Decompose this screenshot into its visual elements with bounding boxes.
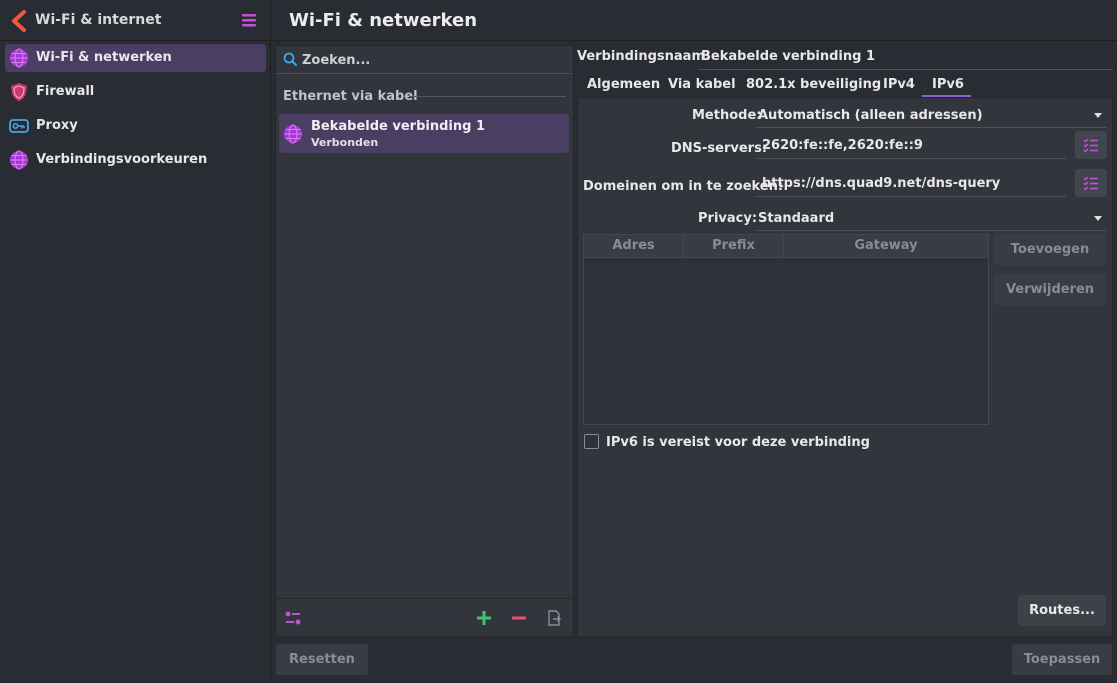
sidebar-header: Wi-Fi & internet xyxy=(0,0,271,41)
connection-list-item[interactable]: Bekabelde verbinding 1 Verbonden xyxy=(279,114,569,153)
ipv6-required-checkbox[interactable] xyxy=(584,434,599,449)
sidebar-item-wifi-networks[interactable]: Wi-Fi & netwerken xyxy=(5,44,266,72)
remove-address-button[interactable]: Verwijderen xyxy=(994,274,1106,305)
sidebar-item-label: Verbindingsvoorkeuren xyxy=(36,152,208,167)
connection-name-value: Bekabelde verbinding 1 xyxy=(701,49,875,64)
hamburger-menu-icon[interactable] xyxy=(240,12,258,28)
sidebar-item-label: Firewall xyxy=(36,84,95,99)
add-icon[interactable] xyxy=(475,609,493,627)
address-table[interactable]: Adres Prefix Gateway xyxy=(583,234,989,425)
tab-wired[interactable]: Via kabel xyxy=(668,77,736,92)
connection-name: Bekabelde verbinding 1 xyxy=(311,119,485,134)
sidebar-item-proxy[interactable]: Proxy xyxy=(5,112,266,140)
method-value: Automatisch (alleen adressen) xyxy=(758,108,983,123)
add-address-button[interactable]: Toevoegen xyxy=(994,234,1106,265)
method-label: Methode: xyxy=(692,108,762,123)
search-box[interactable] xyxy=(276,46,573,74)
sidebar-title: Wi-Fi & internet xyxy=(35,12,162,28)
apply-button[interactable]: Toepassen xyxy=(1012,644,1112,675)
sidebar-item-label: Proxy xyxy=(36,118,78,133)
connection-list-toolbar xyxy=(276,598,573,636)
group-divider xyxy=(409,96,566,97)
dns-servers-input[interactable]: 2620:fe::fe,2620:fe::9 xyxy=(756,133,1066,159)
dns-servers-value: 2620:fe::fe,2620:fe::9 xyxy=(762,138,923,153)
column-header-address[interactable]: Adres xyxy=(584,235,684,258)
remove-icon[interactable] xyxy=(510,609,528,627)
search-domains-input[interactable]: https://dns.quad9.net/dns-query xyxy=(756,171,1066,197)
tab-ipv4[interactable]: IPv4 xyxy=(883,77,915,92)
export-icon[interactable] xyxy=(545,609,563,627)
key-icon xyxy=(9,119,29,133)
connection-name-label: Verbindingsnaam: xyxy=(577,49,711,64)
column-header-prefix[interactable]: Prefix xyxy=(684,235,784,258)
chevron-down-icon xyxy=(1094,113,1102,118)
sidebar-item-label: Wi-Fi & netwerken xyxy=(36,50,172,65)
tab-general[interactable]: Algemeen xyxy=(587,77,660,92)
privacy-value: Standaard xyxy=(758,211,835,226)
tab-bar: Algemeen Via kabel 802.1x beveiliging IP… xyxy=(577,72,1113,98)
ipv6-required-label: IPv6 is vereist voor deze verbinding xyxy=(606,435,870,450)
back-arrow-icon[interactable] xyxy=(10,10,28,32)
column-header-gateway[interactable]: Gateway xyxy=(784,235,988,258)
connection-status: Verbonden xyxy=(311,136,379,149)
shield-icon xyxy=(11,83,27,101)
dns-servers-list-button[interactable] xyxy=(1075,131,1107,159)
header-divider xyxy=(271,40,1117,41)
address-table-header: Adres Prefix Gateway xyxy=(584,235,988,258)
chevron-down-icon xyxy=(1094,216,1102,221)
page-title: Wi-Fi & netwerken xyxy=(289,10,478,31)
sidebar-item-connection-preferences[interactable]: Verbindingsvoorkeuren xyxy=(5,146,266,174)
search-domains-value: https://dns.quad9.net/dns-query xyxy=(762,176,1001,191)
privacy-label: Privacy: xyxy=(698,211,758,226)
connection-group-title: Ethernet via kabel xyxy=(283,89,418,104)
search-input[interactable] xyxy=(302,50,562,70)
routes-button[interactable]: Routes... xyxy=(1018,595,1106,626)
search-icon xyxy=(283,52,297,66)
configure-icon[interactable] xyxy=(284,609,302,627)
tab-8021x-security[interactable]: 802.1x beveiliging xyxy=(746,77,881,92)
checklist-icon xyxy=(1083,138,1098,153)
connection-name-field[interactable]: Bekabelde verbinding 1 xyxy=(698,46,1113,70)
search-domains-label: Domeinen om in te zoeken: xyxy=(583,179,784,194)
reset-button[interactable]: Resetten xyxy=(276,644,368,675)
checklist-icon xyxy=(1083,176,1098,191)
tab-ipv6[interactable]: IPv6 xyxy=(932,77,964,92)
globe-icon xyxy=(284,124,302,144)
dns-servers-label: DNS-servers: xyxy=(671,141,768,156)
method-select[interactable]: Automatisch (alleen adressen) xyxy=(756,104,1106,128)
sidebar-item-firewall[interactable]: Firewall xyxy=(5,78,266,106)
privacy-select[interactable]: Standaard xyxy=(756,207,1106,231)
globe-icon xyxy=(10,48,28,68)
search-domains-list-button[interactable] xyxy=(1075,169,1107,197)
globe-icon xyxy=(10,150,28,170)
